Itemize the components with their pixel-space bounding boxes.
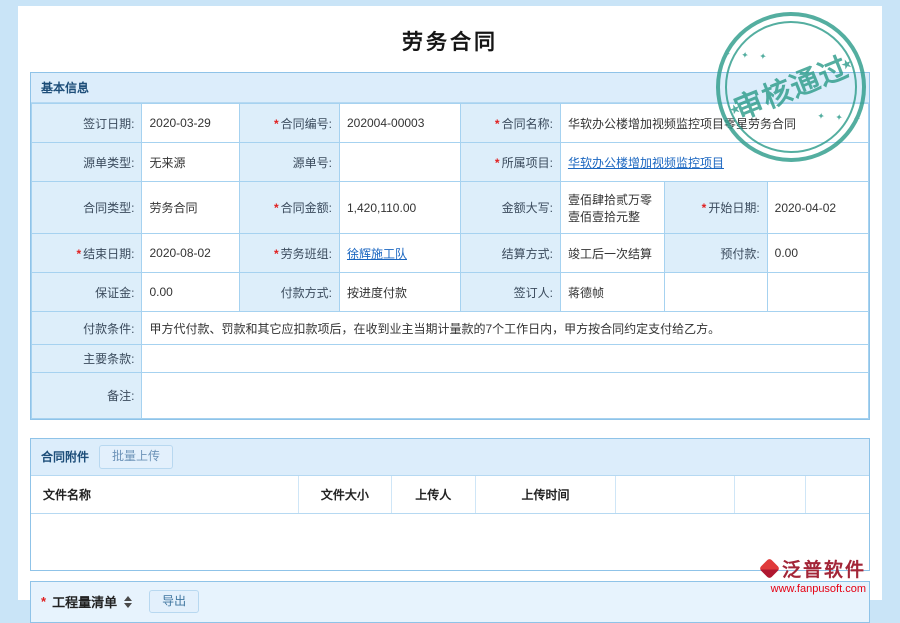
advance-value: 0.00 [767, 234, 868, 273]
basic-info-header: 基本信息 [31, 73, 869, 103]
fanpu-brand: 泛普软件 www.fanpusoft.com [762, 555, 866, 595]
settlement-label: 结算方式: [460, 234, 560, 273]
pay-terms-value: 甲方代付款、罚款和其它应扣款项后，在收到业主当期计量款的7个工作日内，甲方按合同… [142, 312, 869, 345]
main-terms-label: 主要条款: [32, 345, 142, 373]
project-link[interactable]: 华软办公楼增加视频监控项目 [568, 156, 724, 170]
boq-section-header: * 工程量清单 导出 [30, 581, 870, 623]
col-file-size: 文件大小 [298, 476, 391, 514]
source-no-value [339, 143, 460, 182]
pay-method-label: 付款方式: [239, 273, 339, 312]
boq-required-mark: * [41, 594, 46, 609]
contract-name-label: *合同名称: [460, 104, 560, 143]
attachments-section: 合同附件 批量上传 文件名称 文件大小 上传人 上传时间 [30, 438, 870, 571]
brand-url[interactable]: www.fanpusoft.com [762, 583, 866, 595]
basic-info-title: 基本信息 [41, 79, 89, 96]
amount-caps-value: 壹佰肆拾贰万零壹佰壹拾元整 [560, 182, 664, 234]
settlement-value: 竣工后一次结算 [560, 234, 664, 273]
col-file-name: 文件名称 [31, 476, 298, 514]
labor-team-link[interactable]: 徐辉施工队 [347, 247, 407, 261]
contract-type-value: 劳务合同 [142, 182, 239, 234]
fanpu-logo-icon [759, 558, 780, 579]
attachments-table: 文件名称 文件大小 上传人 上传时间 [31, 476, 869, 514]
col-empty [616, 476, 735, 514]
end-date-value: 2020-08-02 [142, 234, 239, 273]
pay-method-value: 按进度付款 [339, 273, 460, 312]
project-value: 华软办公楼增加视频监控项目 [560, 143, 868, 182]
remark-value [142, 373, 869, 419]
advance-label: 预付款: [664, 234, 767, 273]
contract-no-value: 202004-00003 [339, 104, 460, 143]
source-type-value: 无来源 [142, 143, 239, 182]
source-type-label: 源单类型: [32, 143, 142, 182]
attachments-empty-body [31, 514, 869, 570]
signer-value: 蒋德帧 [560, 273, 664, 312]
batch-upload-button[interactable]: 批量上传 [99, 445, 173, 469]
col-empty [735, 476, 805, 514]
deposit-value: 0.00 [142, 273, 239, 312]
page-title: 劳务合同 [18, 6, 882, 72]
project-label: *所属项目: [460, 143, 560, 182]
attachments-title: 合同附件 [41, 448, 89, 465]
col-empty [805, 476, 869, 514]
start-date-value: 2020-04-02 [767, 182, 868, 234]
start-date-label: *开始日期: [664, 182, 767, 234]
end-date-label: *结束日期: [32, 234, 142, 273]
contract-amount-label: *合同金额: [239, 182, 339, 234]
source-no-label: 源单号: [239, 143, 339, 182]
col-upload-time: 上传时间 [475, 476, 616, 514]
pay-terms-label: 付款条件: [32, 312, 142, 345]
basic-info-section: 基本信息 签订日期: 2020-03-29 *合同编号: 202004-0000… [30, 72, 870, 420]
attachments-header: 合同附件 批量上传 [31, 439, 869, 476]
sort-icon[interactable] [124, 596, 132, 608]
contract-no-label: *合同编号: [239, 104, 339, 143]
labor-team-value: 徐辉施工队 [339, 234, 460, 273]
sort-down-arrow-icon [124, 603, 132, 608]
empty-cell [664, 273, 767, 312]
sign-date-value: 2020-03-29 [142, 104, 239, 143]
brand-name: 泛普软件 [782, 555, 866, 582]
basic-info-table: 签订日期: 2020-03-29 *合同编号: 202004-00003 *合同… [31, 103, 869, 419]
contract-amount-value: 1,420,110.00 [339, 182, 460, 234]
contract-name-value: 华软办公楼增加视频监控项目零星劳务合同 [560, 104, 868, 143]
remark-label: 备注: [32, 373, 142, 419]
contract-type-label: 合同类型: [32, 182, 142, 234]
signer-label: 签订人: [460, 273, 560, 312]
sign-date-label: 签订日期: [32, 104, 142, 143]
boq-title: 工程量清单 [52, 592, 117, 611]
empty-cell [767, 273, 868, 312]
amount-caps-label: 金额大写: [460, 182, 560, 234]
content-panel: 劳务合同 ✦ ✦ ✦ ★ 审核通过 ★ ✦ ✦ ✦ 基本信息 签订日期: 202… [18, 6, 882, 600]
labor-team-label: *劳务班组: [239, 234, 339, 273]
main-terms-value [142, 345, 869, 373]
deposit-label: 保证金: [32, 273, 142, 312]
export-button[interactable]: 导出 [149, 590, 199, 614]
col-uploader: 上传人 [391, 476, 475, 514]
